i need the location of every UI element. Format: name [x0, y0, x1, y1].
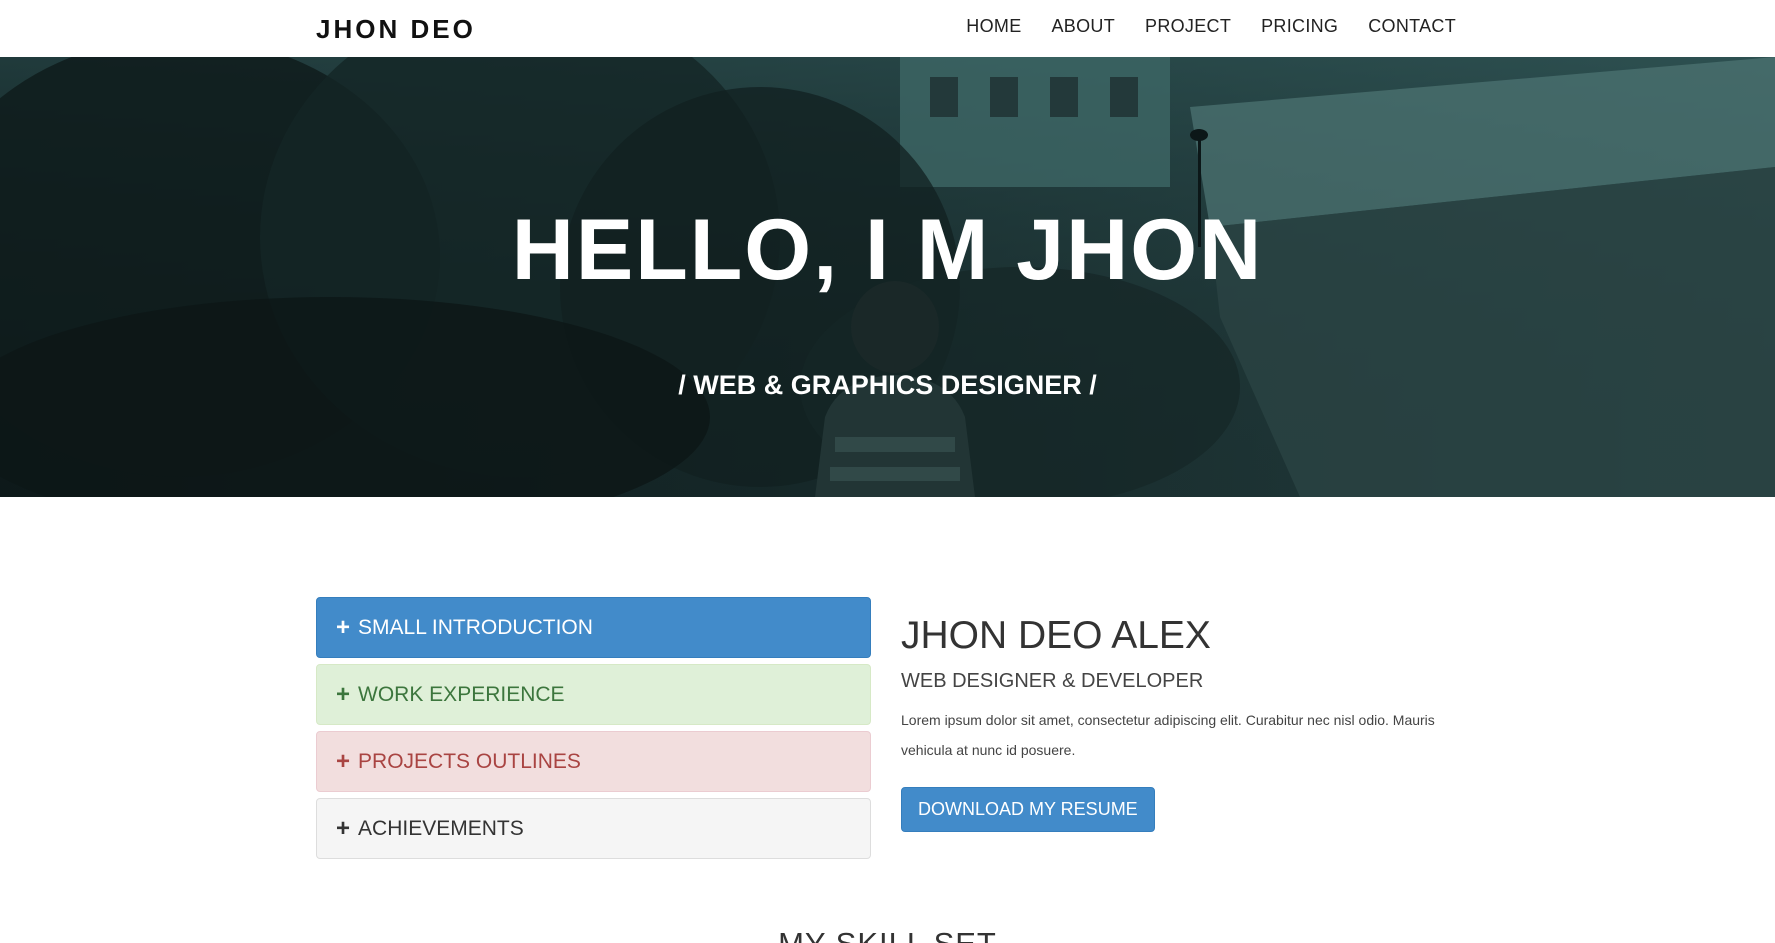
skills-section-title: MY SKILL SET	[0, 926, 1775, 943]
nav-item-project[interactable]: PROJECT	[1145, 16, 1231, 37]
profile-section: JHON DEO ALEX WEB DESIGNER & DEVELOPER L…	[901, 614, 1461, 832]
download-resume-button[interactable]: DOWNLOAD MY RESUME	[901, 787, 1155, 832]
accordion-small-introduction[interactable]: + SMALL INTRODUCTION	[316, 597, 871, 658]
accordion-label: SMALL INTRODUCTION	[358, 615, 593, 639]
info-accordion: + SMALL INTRODUCTION + WORK EXPERIENCE +…	[316, 597, 871, 865]
plus-icon: +	[336, 814, 351, 842]
hero-title: HELLO, I M JHON	[511, 202, 1264, 298]
nav-item-about[interactable]: ABOUT	[1052, 16, 1116, 37]
profile-role: WEB DESIGNER & DEVELOPER	[901, 670, 1204, 692]
hero-subtitle: / WEB & GRAPHICS DESIGNER /	[678, 370, 1097, 400]
accordion-label: PROJECTS OUTLINES	[358, 749, 581, 773]
nav-item-contact[interactable]: CONTACT	[1368, 16, 1456, 37]
accordion-label: WORK EXPERIENCE	[358, 682, 565, 706]
plus-icon: +	[336, 613, 351, 641]
hero-banner: HELLO, I M JHON / WEB & GRAPHICS DESIGNE…	[0, 57, 1775, 497]
accordion-projects-outlines[interactable]: + PROJECTS OUTLINES	[316, 731, 871, 792]
accordion-work-experience[interactable]: + WORK EXPERIENCE	[316, 664, 871, 725]
accordion-label: ACHIEVEMENTS	[358, 816, 524, 840]
profile-description: Lorem ipsum dolor sit amet, consectetur …	[901, 712, 1435, 758]
navbar: JHON DEO HOME ABOUT PROJECT PRICING CONT…	[0, 0, 1775, 57]
plus-icon: +	[336, 680, 351, 708]
nav-item-pricing[interactable]: PRICING	[1261, 16, 1338, 37]
nav-item-home[interactable]: HOME	[966, 16, 1021, 37]
nav-menu: HOME ABOUT PROJECT PRICING CONTACT	[936, 16, 1456, 37]
profile-name: JHON DEO ALEX	[901, 614, 1211, 657]
accordion-achievements[interactable]: + ACHIEVEMENTS	[316, 798, 871, 859]
brand-logo[interactable]: JHON DEO	[316, 14, 476, 45]
plus-icon: +	[336, 747, 351, 775]
